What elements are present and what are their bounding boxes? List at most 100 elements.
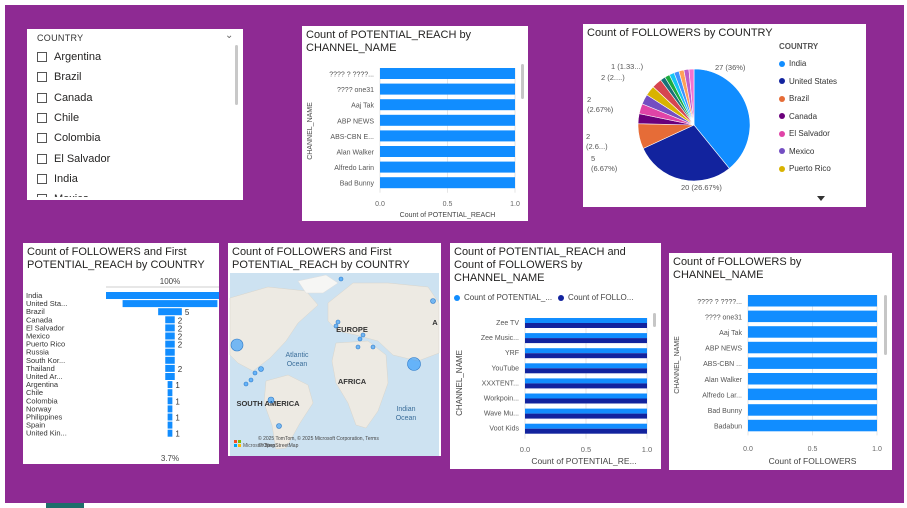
y-category-label: YouTube xyxy=(491,365,519,372)
legend-item[interactable]: United States xyxy=(779,77,837,86)
y-category-label: Alfredo Larin xyxy=(334,165,374,172)
checkbox[interactable] xyxy=(37,52,47,63)
x-tick-label: 1.0 xyxy=(872,446,882,453)
map-bubble xyxy=(267,396,275,404)
bar-series-1 xyxy=(525,408,647,414)
map-svg[interactable]: EUROPEAtlanticOceanAFRICASOUTH AMERICAIn… xyxy=(228,243,441,456)
slicer-item[interactable]: India xyxy=(37,169,232,189)
x-tick-label: 0.5 xyxy=(443,201,453,208)
slicer-item-label: India xyxy=(54,172,78,185)
legend-item[interactable]: El Salvador xyxy=(779,129,830,138)
legend-item[interactable]: Canada xyxy=(779,112,817,121)
legend-label: El Salvador xyxy=(789,129,830,138)
funnel-value-label: 1 xyxy=(175,414,180,423)
pie-data-label: 27 (36%) xyxy=(715,63,746,72)
funnel-bar xyxy=(167,397,173,405)
bar xyxy=(748,373,877,385)
funnel-bar xyxy=(165,324,175,332)
map-bubble xyxy=(370,344,376,350)
microsoft-logo-icon xyxy=(238,440,241,443)
bar-series-1 xyxy=(525,423,647,429)
slicer-item[interactable]: Colombia xyxy=(37,128,232,148)
funnel-bar xyxy=(165,364,175,372)
slicer-item-label: Mexico xyxy=(54,193,89,197)
country-slicer[interactable]: COUNTRY ⌄ Argentina Brazil Canada Chile Colo… xyxy=(27,29,243,200)
bar-series-2 xyxy=(525,353,647,359)
funnel-chart-card[interactable]: Count of FOLLOWERS and First POTENTIAL_R… xyxy=(23,243,219,464)
map-bubble xyxy=(360,332,366,338)
bar-series-2 xyxy=(525,323,647,328)
legend-item[interactable]: Mexico xyxy=(779,147,814,156)
bar-chart-svg: 0.0 0.5 1.0 ???? ? ????... ???? one31 Aaj Tak… xyxy=(674,295,887,466)
funnel-category-label: United Kin... xyxy=(26,429,67,438)
bar xyxy=(380,99,515,111)
checkbox[interactable] xyxy=(37,113,47,124)
potential-reach-by-channel-chart[interactable]: Count of POTENTIAL_REACH by CHANNEL_NAME… xyxy=(302,26,528,221)
clustered-bar-card[interactable]: Count of POTENTIAL_REACH and Count of FO… xyxy=(450,243,661,469)
y-category-label: Voot Kids xyxy=(489,426,519,433)
legend-label: Brazil xyxy=(789,94,810,103)
pie-data-label: (2.67%) xyxy=(587,105,614,114)
funnel-bar xyxy=(167,381,173,389)
checkbox[interactable] xyxy=(37,153,47,164)
y-category-label: Aaj Tak xyxy=(719,330,742,337)
slicer-item[interactable]: Chile xyxy=(37,108,232,128)
legend-scroll-down-icon[interactable] xyxy=(817,196,827,202)
funnel-bar xyxy=(167,429,173,437)
x-axis-title: Count of POTENTIAL_RE... xyxy=(531,456,636,466)
slicer-item[interactable]: El Salvador xyxy=(37,148,232,168)
chevron-down-icon[interactable]: ⌄ xyxy=(225,30,233,41)
y-category-label: Alan Walker xyxy=(337,150,375,157)
funnel-bar xyxy=(167,413,173,421)
slicer-item[interactable]: Mexico xyxy=(37,189,232,197)
funnel-bar xyxy=(122,300,218,308)
funnel-value-label: 1 xyxy=(175,397,180,406)
legend-label: India xyxy=(789,59,807,68)
legend-dot xyxy=(779,148,785,154)
legend-label: Canada xyxy=(789,111,818,121)
slicer-list: Argentina Brazil Canada Chile Colombia El Sal… xyxy=(37,47,232,197)
followers-by-channel-chart[interactable]: Count of FOLLOWERS by CHANNEL_NAME 0.0 0.… xyxy=(669,253,892,470)
map-region-label: Ocean xyxy=(396,415,417,422)
bar xyxy=(748,404,877,416)
pie-data-label: 20 (26.67%) xyxy=(681,183,722,192)
map-bubble xyxy=(258,366,264,372)
funnel-bar xyxy=(106,292,219,299)
bar xyxy=(748,341,877,354)
followers-by-country-pie-card[interactable]: Count of FOLLOWERS by COUNTRY 27 (36%) 20… xyxy=(583,24,866,207)
y-category-label: Aaj Tak xyxy=(351,103,374,110)
slicer-item[interactable]: Brazil xyxy=(37,67,232,87)
checkbox[interactable] xyxy=(37,194,47,197)
map-bubble xyxy=(357,336,363,342)
legend-item[interactable]: India xyxy=(779,59,806,68)
bar-series-1 xyxy=(525,318,647,323)
funnel-value-label: 1 xyxy=(175,430,180,439)
slicer-item[interactable]: Canada xyxy=(37,88,232,108)
checkbox[interactable] xyxy=(37,92,47,103)
checkbox[interactable] xyxy=(37,133,47,144)
y-axis-title: CHANNEL_NAME xyxy=(307,102,314,160)
y-category-label: ???? one31 xyxy=(337,87,374,94)
pie-data-label: (2.6...) xyxy=(586,142,608,151)
funnel-bar xyxy=(167,405,173,413)
scrollbar xyxy=(653,313,656,327)
slicer-scrollbar[interactable] xyxy=(235,45,238,105)
x-axis-title: Count of FOLLOWERS xyxy=(769,456,857,466)
map-bubble xyxy=(276,423,282,429)
pie-data-label: (6.67%) xyxy=(591,164,618,173)
map-card[interactable]: Count of FOLLOWERS and First POTENTIAL_R… xyxy=(228,243,441,456)
map-bubble xyxy=(333,323,339,329)
checkbox[interactable] xyxy=(37,173,47,184)
slicer-item-label: El Salvador xyxy=(54,152,111,165)
map-region-label: EUROPE xyxy=(336,325,368,334)
pie-data-label: 2 xyxy=(586,132,590,141)
legend-item[interactable]: Brazil xyxy=(779,94,809,103)
map-bubble xyxy=(338,276,344,282)
legend-item[interactable]: Puerto Rico xyxy=(779,164,831,173)
slicer-item-label: Argentina xyxy=(54,51,102,64)
y-category-label: Bad Bunny xyxy=(340,181,375,188)
checkbox[interactable] xyxy=(37,72,47,83)
funnel-bar xyxy=(165,373,175,380)
slicer-item[interactable]: Argentina xyxy=(37,47,232,67)
x-tick-label: 0.5 xyxy=(808,446,818,453)
